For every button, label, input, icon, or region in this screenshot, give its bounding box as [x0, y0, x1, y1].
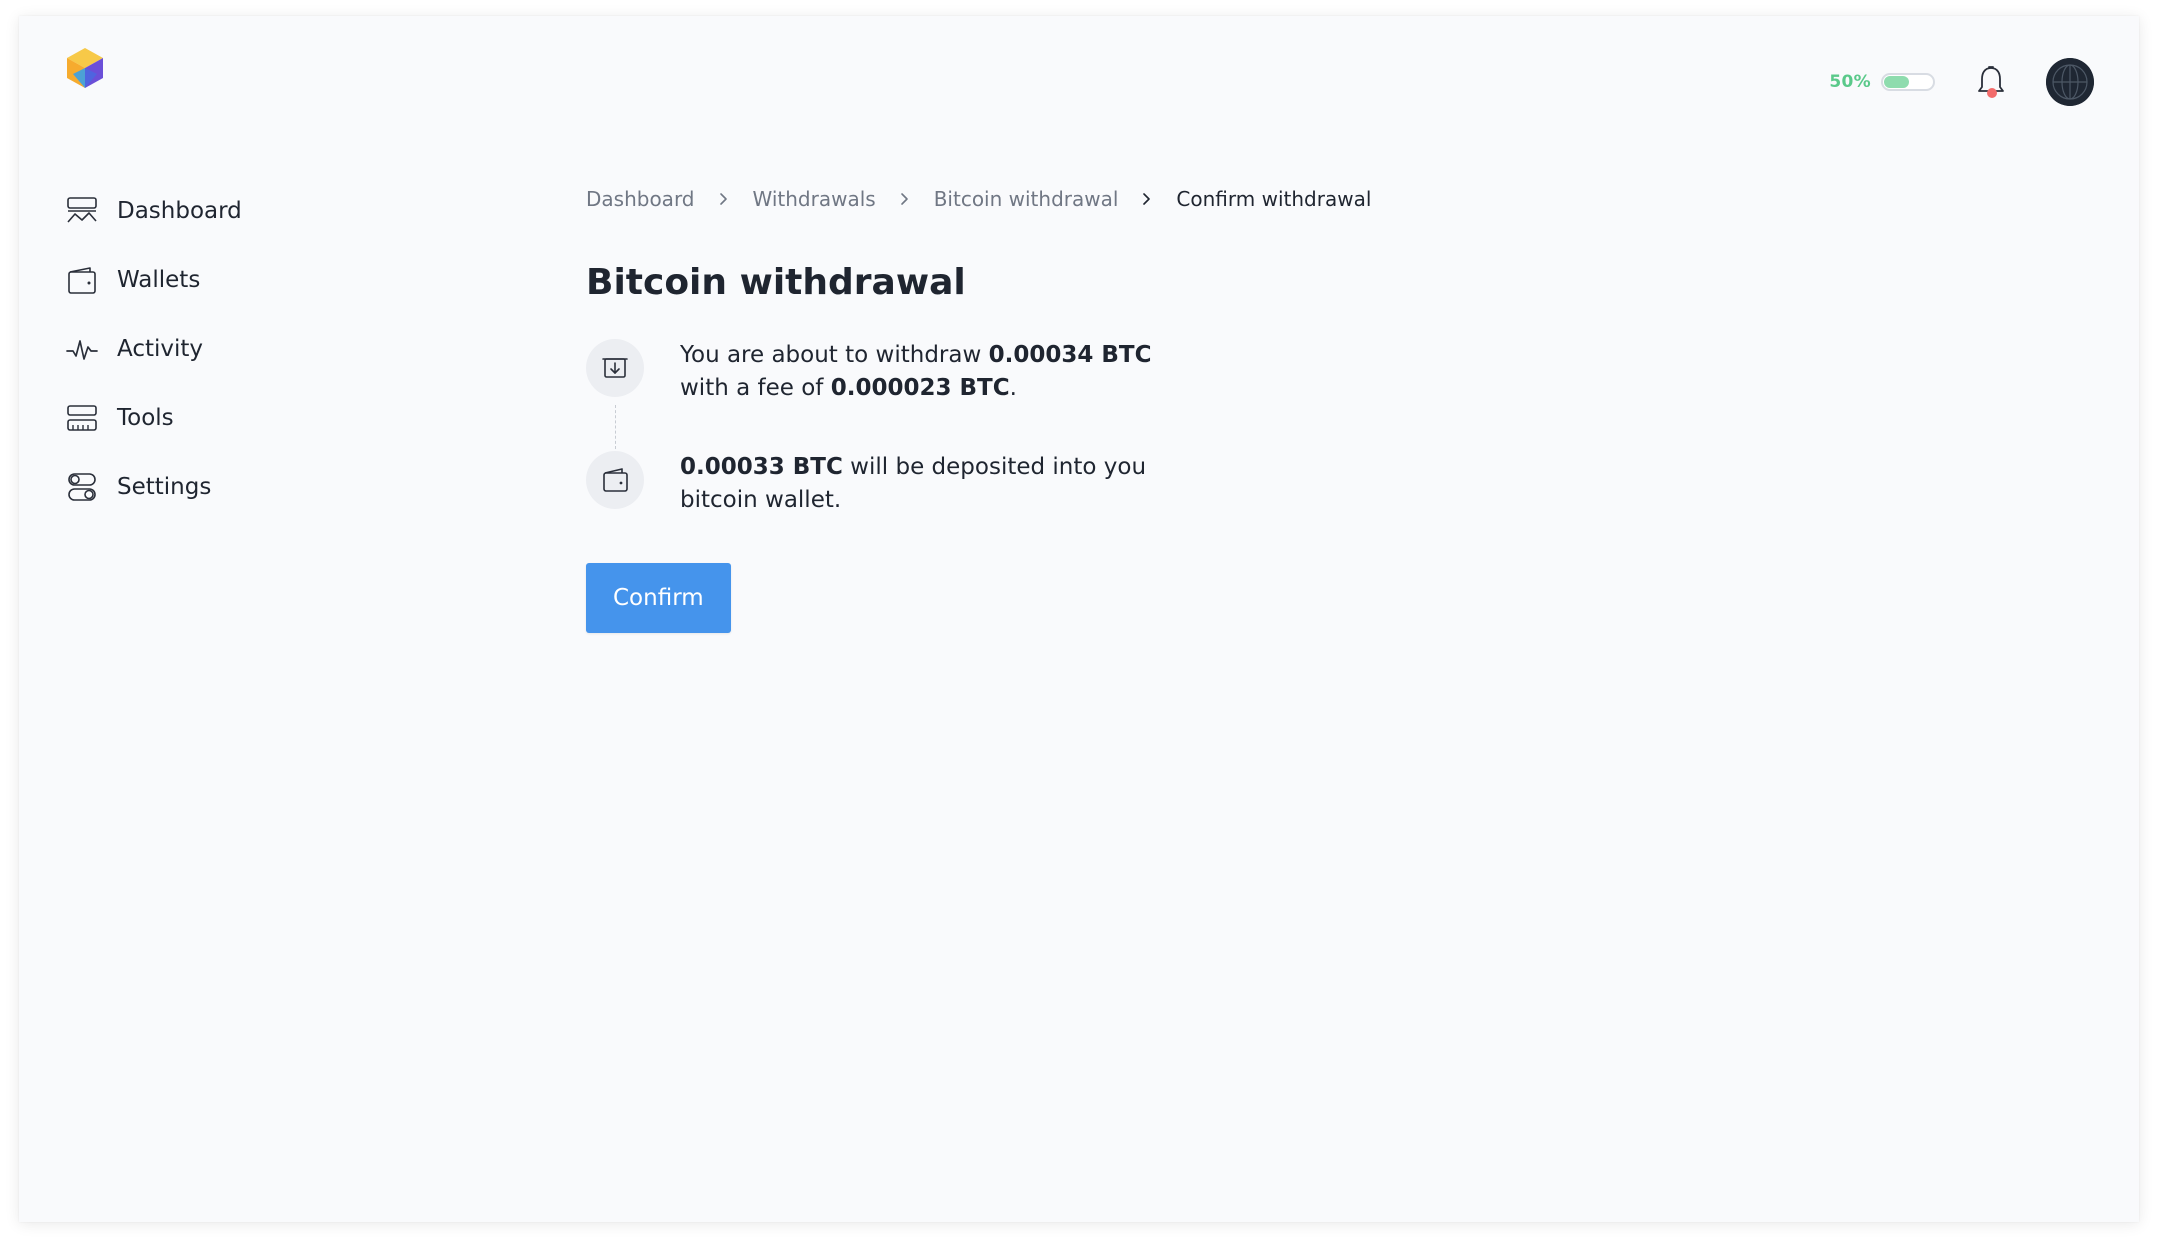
step-connector	[615, 405, 616, 449]
fee-amount: 0.000023 BTC	[830, 375, 1010, 401]
notifications-button[interactable]	[1971, 62, 2011, 102]
confirm-button[interactable]: Confirm	[586, 563, 731, 633]
step-text: with a fee of	[680, 375, 831, 401]
percent-toggle[interactable]	[1881, 73, 1935, 91]
app-window: 50% Dashboard Wallets Activity Tools Set…	[19, 16, 2139, 1222]
step-icon-circle	[586, 451, 644, 509]
main-content: Dashboard Withdrawals Bitcoin withdrawal…	[586, 184, 1371, 633]
sidebar-item-dashboard[interactable]: Dashboard	[65, 176, 242, 245]
step-withdraw-text: You are about to withdraw 0.00034 BTC wi…	[680, 339, 1200, 405]
step-deposit: 0.00033 BTC will be deposited into you b…	[586, 451, 1371, 563]
sidebar: Dashboard Wallets Activity Tools Setting…	[65, 176, 242, 521]
balance-percent: 50%	[1829, 72, 1871, 92]
settings-icon	[68, 472, 96, 501]
header-controls: 50%	[1829, 54, 2094, 110]
step-text: .	[1009, 375, 1017, 401]
breadcrumb: Dashboard Withdrawals Bitcoin withdrawal…	[586, 184, 1371, 214]
sidebar-item-label: Dashboard	[117, 197, 242, 224]
breadcrumb-bitcoin-withdrawal[interactable]: Bitcoin withdrawal	[934, 187, 1119, 211]
cube-logo-icon[interactable]	[65, 46, 105, 90]
sidebar-item-wallets[interactable]: Wallets	[65, 245, 242, 314]
chevron-right-icon	[1143, 193, 1151, 205]
sidebar-item-tools[interactable]: Tools	[65, 383, 242, 452]
withdrawal-steps: You are about to withdraw 0.00034 BTC wi…	[586, 339, 1371, 563]
breadcrumb-dashboard[interactable]: Dashboard	[586, 187, 695, 211]
activity-icon	[66, 339, 98, 360]
page-title: Bitcoin withdrawal	[586, 262, 966, 303]
withdraw-amount: 0.00034 BTC	[988, 342, 1152, 368]
step-text: You are about to withdraw	[680, 342, 989, 368]
wallet-icon	[603, 468, 628, 492]
chevron-right-icon	[719, 193, 727, 205]
avatar[interactable]	[2046, 58, 2094, 106]
sidebar-item-label: Activity	[117, 335, 204, 362]
sidebar-item-label: Tools	[117, 404, 174, 431]
breadcrumb-confirm-withdrawal: Confirm withdrawal	[1176, 187, 1372, 211]
tools-icon	[67, 404, 97, 431]
dashboard-icon	[67, 196, 97, 223]
step-deposit-text: 0.00033 BTC will be deposited into you b…	[680, 451, 1200, 517]
sidebar-item-label: Settings	[117, 473, 212, 500]
globe-avatar	[2046, 58, 2094, 106]
sidebar-item-settings[interactable]: Settings	[65, 452, 242, 521]
wallet-icon	[68, 266, 96, 294]
deposit-amount: 0.00033 BTC	[680, 454, 843, 480]
sidebar-item-activity[interactable]: Activity	[65, 314, 242, 383]
sidebar-item-label: Wallets	[117, 266, 201, 293]
withdraw-icon	[602, 358, 628, 378]
breadcrumb-withdrawals[interactable]: Withdrawals	[753, 187, 876, 211]
step-withdraw: You are about to withdraw 0.00034 BTC wi…	[586, 339, 1371, 451]
chevron-right-icon	[900, 193, 908, 205]
step-icon-circle	[586, 339, 644, 397]
notification-dot	[1987, 88, 1997, 98]
toggle-fill	[1884, 76, 1909, 88]
